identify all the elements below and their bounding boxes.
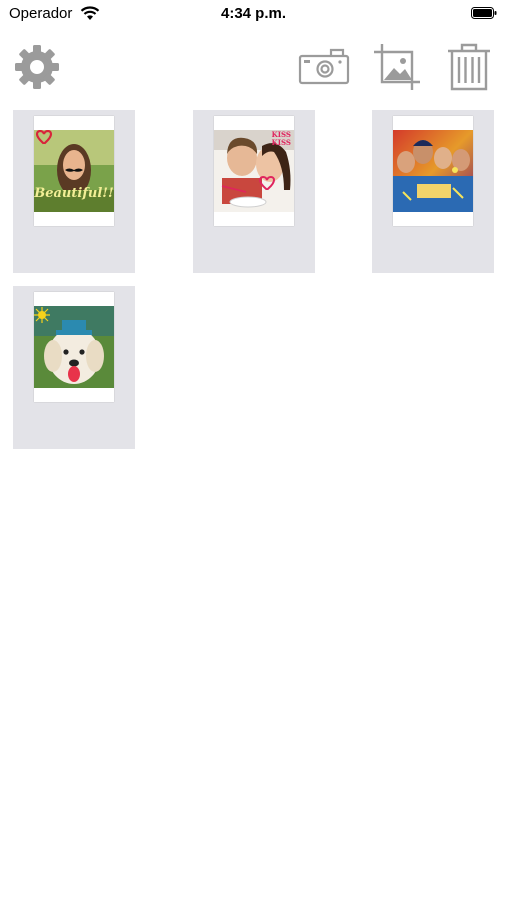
photo-thumbnail: Beautiful!! [34, 130, 114, 212]
photo-thumbnail [34, 306, 114, 388]
photo-tile[interactable] [372, 110, 494, 273]
photo-frame [393, 116, 473, 226]
photo-frame [34, 292, 114, 402]
photo-caption: KISS KISS [271, 130, 291, 147]
photo-frame: KISS KISS [214, 116, 294, 226]
photo-tile[interactable]: KISS KISS [193, 110, 315, 273]
photo-tile[interactable]: Beautiful!! [13, 110, 135, 273]
photo-tile[interactable] [13, 286, 135, 449]
photo-grid: Beautiful!! KISS KISS [0, 0, 507, 900]
photo-frame: Beautiful!! [34, 116, 114, 226]
photo-caption: Beautiful!! [34, 186, 114, 201]
photo-thumbnail [393, 130, 473, 212]
photo-thumbnail: KISS KISS [214, 130, 294, 212]
